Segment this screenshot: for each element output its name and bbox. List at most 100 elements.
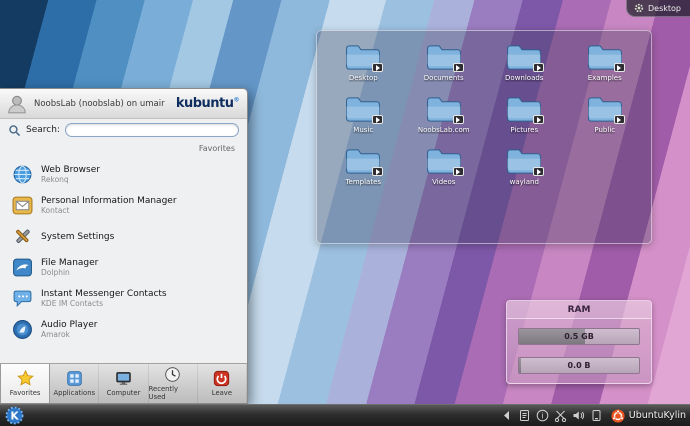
item-subtitle: Kontact: [41, 206, 177, 215]
kubuntu-logo: kubuntu®: [176, 96, 239, 111]
toolbox-label: Desktop: [648, 4, 681, 13]
folder-label: Videos: [432, 178, 455, 186]
folder-icon: [505, 95, 543, 124]
device-notifier-icon[interactable]: [590, 409, 603, 422]
folder-label: Desktop: [349, 74, 378, 82]
launcher-item-system-settings[interactable]: System Settings: [8, 222, 243, 251]
svg-text:K: K: [10, 410, 19, 422]
item-subtitle: KDE IM Contacts: [41, 299, 167, 308]
tab-favorites[interactable]: Favorites: [0, 364, 50, 403]
system-tray: i UbuntuKylin: [500, 409, 686, 423]
folder-label: Pictures: [510, 126, 538, 134]
tab-label: Leave: [212, 389, 232, 397]
folder-icon: [425, 43, 463, 72]
folder-label: Examples: [588, 74, 622, 82]
folder-item[interactable]: NoobsLab.com: [404, 95, 485, 134]
file-manager-icon: [12, 257, 33, 278]
launcher-item-web-browser[interactable]: Web BrowserRekonq: [8, 160, 243, 189]
launcher-item-audio-player[interactable]: Audio PlayerAmarok: [8, 315, 243, 344]
item-subtitle: Dolphin: [41, 268, 98, 277]
kickoff-launcher: NoobsLab (noobslab) on umair kubuntu® Se…: [0, 88, 248, 404]
folder-label: Music: [353, 126, 373, 134]
clipboard-icon[interactable]: [518, 409, 531, 422]
tab-applications[interactable]: Applications: [50, 364, 99, 403]
brand-mark: ®: [234, 97, 240, 104]
swap-usage-value: 0.0 B: [519, 358, 639, 373]
item-title: Personal Information Manager: [41, 196, 177, 206]
folder-item[interactable]: Videos: [404, 147, 485, 186]
item-title: Instant Messenger Contacts: [41, 289, 167, 299]
gear-icon: [634, 3, 644, 13]
ram-widget: RAM 0.5 GB 0.0 B: [506, 300, 652, 384]
folder-badge-icon: [533, 115, 544, 124]
folder-item[interactable]: Desktop: [323, 43, 404, 82]
applications-icon: [66, 370, 83, 387]
kubuntu-k-icon: K: [5, 406, 24, 425]
folder-icon: [505, 43, 543, 72]
folder-item[interactable]: Public: [565, 95, 646, 134]
folder-item[interactable]: Pictures: [484, 95, 565, 134]
launcher-header: NoobsLab (noobslab) on umair kubuntu®: [0, 89, 247, 119]
clock-icon: [164, 366, 181, 383]
tab-leave[interactable]: Leave: [198, 364, 247, 403]
tab-recently-used[interactable]: Recently Used: [149, 364, 198, 403]
folder-badge-icon: [453, 115, 464, 124]
folder-badge-icon: [533, 167, 544, 176]
item-title: File Manager: [41, 258, 98, 268]
item-subtitle: Rekonq: [41, 175, 100, 184]
ubuntu-logo: [611, 409, 625, 423]
pim-icon: [12, 195, 33, 216]
desktop-toolbox-button[interactable]: Desktop: [626, 0, 690, 17]
ubuntukylin-label: UbuntuKylin: [629, 410, 686, 421]
folder-item[interactable]: Examples: [565, 43, 646, 82]
user-line: NoobsLab (noobslab) on umair: [34, 99, 170, 109]
folder-icon: [344, 95, 382, 124]
folder-badge-icon: [614, 115, 625, 124]
audio-player-icon: [12, 319, 33, 340]
desktop: Desktop Desktop Documents: [0, 0, 690, 426]
folder-label: NoobsLab.com: [418, 126, 470, 134]
item-title: System Settings: [41, 232, 114, 242]
folder-label: Templates: [345, 178, 381, 186]
kmenu-button[interactable]: K: [5, 406, 24, 425]
tray-expander-icon[interactable]: [500, 409, 513, 422]
launcher-item-im-contacts[interactable]: Instant Messenger ContactsKDE IM Contact…: [8, 284, 243, 313]
brand-text: kubuntu: [176, 96, 234, 111]
item-subtitle: Amarok: [41, 330, 97, 339]
ubuntukylin-branding[interactable]: UbuntuKylin: [611, 409, 686, 423]
folder-icon: [586, 95, 624, 124]
folder-icon: [425, 147, 463, 176]
taskbar: K i: [0, 404, 690, 426]
item-title: Audio Player: [41, 320, 97, 330]
search-input[interactable]: [65, 123, 239, 137]
system-settings-icon: [12, 226, 33, 247]
folder-item[interactable]: Templates: [323, 147, 404, 186]
svg-text:i: i: [541, 411, 543, 420]
folder-item[interactable]: Documents: [404, 43, 485, 82]
scissors-icon[interactable]: [554, 409, 567, 422]
computer-icon: [115, 370, 132, 387]
section-label: Favorites: [0, 141, 247, 156]
favorites-list: Web BrowserRekonq Personal Information M…: [0, 156, 247, 363]
tab-computer[interactable]: Computer: [99, 364, 148, 403]
launcher-item-file-manager[interactable]: File ManagerDolphin: [8, 253, 243, 282]
ram-usage-value: 0.5 GB: [519, 329, 639, 344]
folder-label: Downloads: [505, 74, 543, 82]
folder-label: Documents: [424, 74, 464, 82]
launcher-tab-bar: Favorites Applications Computer Recently…: [0, 363, 247, 403]
folder-badge-icon: [453, 167, 464, 176]
ram-widget-title: RAM: [507, 301, 651, 319]
folder-item[interactable]: Downloads: [484, 43, 565, 82]
launcher-item-pim[interactable]: Personal Information ManagerKontact: [8, 191, 243, 220]
folder-item[interactable]: Music: [323, 95, 404, 134]
folder-item[interactable]: wayland: [484, 147, 565, 186]
volume-icon[interactable]: [572, 409, 585, 422]
tab-label: Favorites: [10, 389, 41, 397]
tab-label: Recently Used: [149, 385, 197, 401]
folder-icon: [505, 147, 543, 176]
folder-badge-icon: [372, 167, 383, 176]
swap-usage-meter: 0.0 B: [518, 357, 640, 374]
folder-view-widget: Desktop Documents Downloads: [316, 30, 652, 244]
folder-label: Public: [594, 126, 615, 134]
info-icon[interactable]: i: [536, 409, 549, 422]
